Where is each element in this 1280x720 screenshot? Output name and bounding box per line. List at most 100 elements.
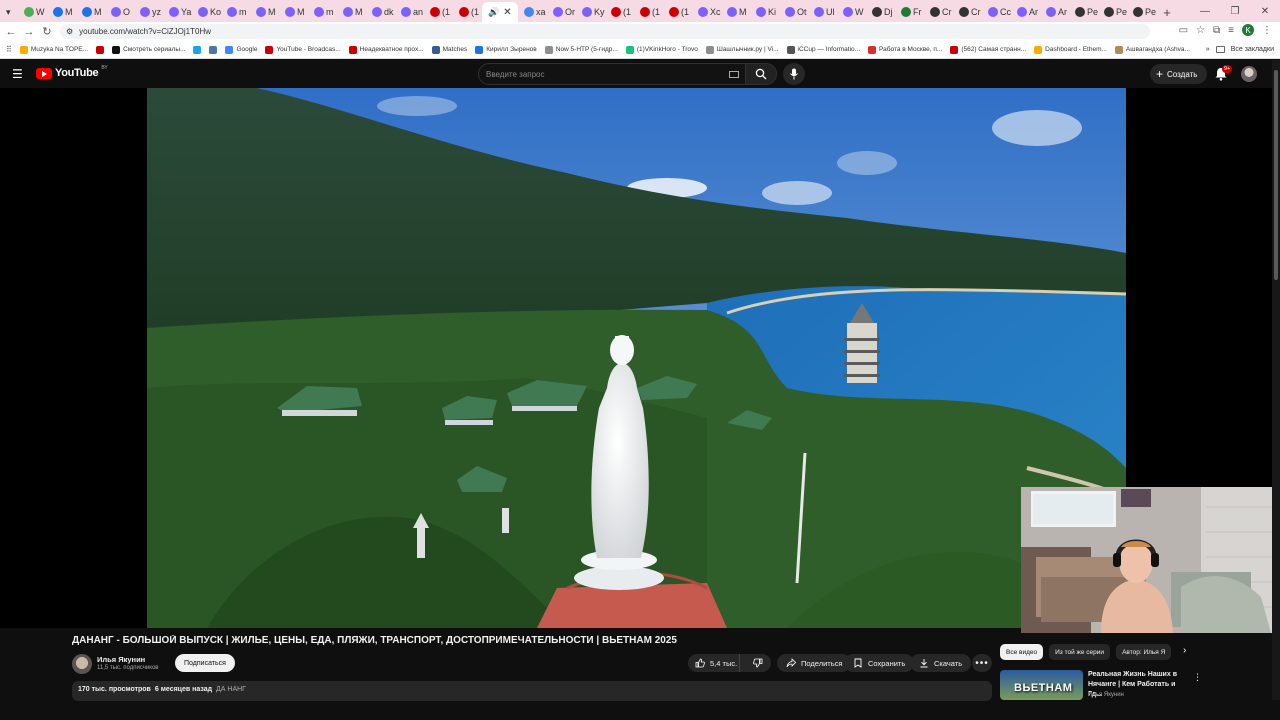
recommendation-thumbnail[interactable]: ВЬЕТНАМ — [1000, 670, 1083, 700]
browser-tab[interactable]: (1 — [663, 2, 692, 22]
reload-icon[interactable]: ↻ — [38, 23, 56, 41]
bookmark-item[interactable]: Работа в Москве, п... — [868, 45, 942, 54]
browser-tab[interactable]: Ar — [1011, 2, 1040, 22]
recommendation-menu-icon[interactable]: ⋮ — [1193, 672, 1202, 683]
extensions-icon[interactable]: ⧉ — [1213, 25, 1220, 36]
account-avatar[interactable] — [1241, 66, 1257, 82]
browser-tab[interactable]: Cc — [982, 2, 1011, 22]
browser-tab[interactable]: M — [76, 2, 105, 22]
bookmark-item[interactable] — [193, 45, 202, 54]
url-field[interactable]: ⚙ youtube.com/watch?v=CiZJOj1T0Hw — [60, 24, 1150, 39]
chip-all-videos[interactable]: Все видео — [1000, 644, 1044, 660]
bookmark-item[interactable]: YouTube - Broadcas... — [265, 45, 341, 54]
browser-tab[interactable]: (1 — [424, 2, 453, 22]
new-tab-icon[interactable]: + — [1156, 2, 1178, 22]
browser-tab[interactable]: M — [250, 2, 279, 22]
bookmark-item[interactable]: Кирилл Зыренов — [475, 45, 537, 54]
chevron-right-icon[interactable]: › — [1183, 645, 1186, 656]
browser-tab[interactable]: Ot — [779, 2, 808, 22]
chip-author[interactable]: Автор: Илья Я — [1116, 644, 1172, 660]
browser-tab[interactable]: Ar — [1040, 2, 1069, 22]
bookmark-item[interactable] — [96, 45, 105, 54]
youtube-logo[interactable]: YouTube BY — [36, 65, 108, 79]
more-actions-button[interactable]: ••• — [972, 654, 992, 672]
bookmark-item[interactable]: Muzyka Na TOPE... — [19, 45, 88, 54]
like-button[interactable]: 5,4 тыс. — [688, 654, 740, 672]
browser-tab[interactable]: M — [337, 2, 366, 22]
subscribe-button[interactable]: Подписаться — [175, 654, 235, 672]
save-button[interactable]: Сохранить — [844, 654, 915, 672]
browser-tab[interactable]: M — [279, 2, 308, 22]
minimize-icon[interactable]: — — [1190, 0, 1220, 22]
create-button[interactable]: + Создать — [1150, 64, 1208, 84]
browser-menu-icon[interactable]: ⋮ — [1262, 25, 1272, 36]
close-tab-icon[interactable]: ✕ — [503, 7, 511, 18]
browser-tab[interactable]: Pe — [1098, 2, 1127, 22]
forward-icon[interactable]: → — [20, 23, 38, 41]
apps-icon[interactable]: ⠿ — [6, 45, 12, 54]
channel-avatar[interactable] — [72, 654, 92, 674]
bookmark-item[interactable]: Смотреть сериалы... — [112, 45, 185, 54]
browser-tab[interactable]: m — [308, 2, 337, 22]
bookmark-item[interactable] — [209, 45, 218, 54]
bookmark-item[interactable]: (562) Самая странн... — [950, 45, 1026, 54]
browser-tab[interactable]: yz — [134, 2, 163, 22]
browser-tab[interactable]: Cr — [924, 2, 953, 22]
active-browser-tab[interactable]: 🔊 ✕ — [482, 2, 518, 22]
bookmark-item[interactable]: Matches — [431, 45, 467, 54]
browser-tab[interactable]: Ko — [192, 2, 221, 22]
browser-tab[interactable]: Pe — [1069, 2, 1098, 22]
description-tag[interactable]: ДА НАНГ — [216, 686, 246, 696]
browser-tab[interactable]: dk — [366, 2, 395, 22]
browser-tab[interactable]: (1 — [453, 2, 482, 22]
browser-tab[interactable]: Xc — [692, 2, 721, 22]
voice-search-button[interactable] — [783, 63, 805, 85]
back-icon[interactable]: ← — [2, 23, 20, 41]
browser-tab[interactable]: Ya — [163, 2, 192, 22]
maximize-icon[interactable]: ❐ — [1220, 0, 1250, 22]
browser-tab[interactable]: Pe — [1127, 2, 1156, 22]
browser-tab[interactable]: M — [47, 2, 76, 22]
bookmarks-overflow-icon[interactable]: » — [1206, 46, 1210, 53]
tab-switcher-icon[interactable]: ▾ — [4, 2, 18, 22]
browser-tab[interactable]: (1 — [634, 2, 663, 22]
browser-tab[interactable]: Cr — [953, 2, 982, 22]
bookmark-item[interactable]: Dashboard - Ethem... — [1034, 45, 1107, 54]
bookmark-item[interactable]: Ашвагандха (Ashva... — [1114, 45, 1190, 54]
share-button[interactable]: Поделиться — [777, 654, 852, 672]
bookmark-item[interactable]: (1)VKinkHoro - Trovo — [625, 45, 698, 54]
search-input[interactable]: Введите запрос — [478, 63, 746, 85]
scrollbar-thumb[interactable] — [1274, 70, 1278, 280]
keyboard-icon[interactable] — [729, 71, 739, 78]
browser-tab[interactable]: Ki — [750, 2, 779, 22]
search-button[interactable] — [745, 63, 777, 85]
bookmark-star-icon[interactable]: ☆ — [1196, 25, 1205, 36]
browser-tab[interactable]: M — [721, 2, 750, 22]
browser-tab[interactable]: W — [837, 2, 866, 22]
close-window-icon[interactable]: ✕ — [1250, 0, 1280, 22]
browser-tab[interactable]: Or — [547, 2, 576, 22]
profile-avatar[interactable]: K — [1242, 24, 1254, 36]
reading-list-icon[interactable]: ≡ — [1228, 25, 1234, 36]
chip-same-series[interactable]: Из той же серии — [1049, 644, 1111, 660]
browser-tab[interactable]: Ky — [576, 2, 605, 22]
channel-name[interactable]: Илья Якунин — [97, 655, 145, 664]
browser-tab[interactable]: W — [18, 2, 47, 22]
cast-icon[interactable]: ▭ — [1179, 25, 1188, 36]
dislike-button[interactable] — [745, 654, 771, 672]
all-bookmarks-link[interactable]: Все закладки — [1231, 46, 1274, 53]
bookmark-item[interactable]: Шашлычник.ру | Vi... — [705, 45, 779, 54]
browser-tab[interactable]: an — [395, 2, 424, 22]
video-player[interactable] — [147, 88, 1126, 628]
browser-tab[interactable]: m — [221, 2, 250, 22]
browser-tab[interactable]: (1 — [605, 2, 634, 22]
site-info-icon[interactable]: ⚙ — [66, 27, 73, 36]
browser-tab[interactable]: Dj — [866, 2, 895, 22]
bookmark-item[interactable]: Google — [225, 45, 257, 54]
browser-tab[interactable]: Fr — [895, 2, 924, 22]
bookmark-item[interactable]: Now 5-HTP (5-гидр... — [544, 45, 618, 54]
browser-tab[interactable]: xa — [518, 2, 547, 22]
bookmark-item[interactable]: Неадекватное прох... — [348, 45, 424, 54]
menu-icon[interactable]: ☰ — [12, 68, 24, 80]
browser-tab[interactable]: O — [105, 2, 134, 22]
